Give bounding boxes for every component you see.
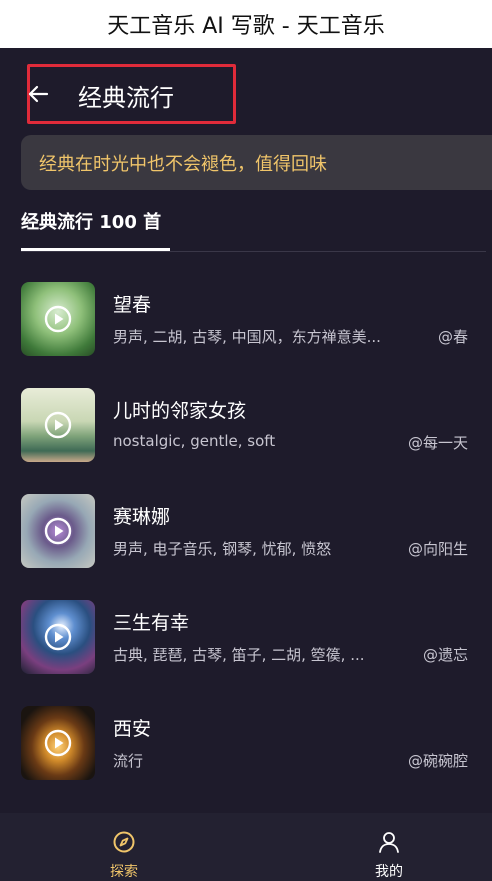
song-tags: 男声, 电子音乐, 钢琴, 忧郁, 愤怒 (113, 540, 332, 558)
song-author[interactable]: @碗碗腔 (408, 750, 468, 771)
banner-text: 经典在时光中也不会褪色，值得回味 (39, 153, 327, 175)
tab-bar: 经典流行 100 首 (0, 196, 492, 252)
arrow-left-icon (28, 85, 49, 103)
song-tags: 流行 (113, 752, 144, 770)
song-author[interactable]: @春 (438, 326, 468, 347)
song-cover[interactable] (21, 494, 95, 568)
window-title-bar: 天工音乐 AI 写歌 - 天工音乐 (0, 0, 492, 48)
song-cover[interactable] (21, 388, 95, 462)
song-title: 望春 (113, 294, 152, 316)
page-header: 经典流行 (0, 48, 492, 128)
song-tags: 男声, 二胡, 古琴, 中国风，东方禅意美... (113, 328, 381, 346)
play-icon[interactable] (44, 411, 72, 439)
play-icon[interactable] (44, 729, 72, 757)
nav-explore[interactable]: 探索 (64, 813, 184, 881)
bottom-nav: 探索 我的 (0, 813, 492, 881)
song-author[interactable]: @每一天 (408, 432, 468, 453)
nav-label-explore: 探索 (110, 864, 138, 880)
back-button[interactable] (24, 80, 52, 108)
song-item[interactable]: 三生有幸 古典, 琵琶, 古琴, 笛子, 二胡, 箜篌, ... @遗忘 (0, 583, 492, 689)
nav-label-mine: 我的 (375, 864, 403, 880)
song-tags: nostalgic, gentle, soft (113, 432, 276, 450)
song-cover[interactable] (21, 706, 95, 780)
play-icon[interactable] (44, 305, 72, 333)
play-icon[interactable] (44, 623, 72, 651)
song-title: 三生有幸 (113, 612, 190, 634)
info-banner: 经典在时光中也不会褪色，值得回味 (21, 135, 492, 190)
play-icon[interactable] (44, 517, 72, 545)
nav-mine[interactable]: 我的 (329, 813, 449, 881)
song-title: 儿时的邻家女孩 (113, 400, 247, 422)
song-title: 赛琳娜 (113, 506, 171, 528)
song-tags: 古典, 琵琶, 古琴, 笛子, 二胡, 箜篌, ... (113, 646, 365, 664)
song-title: 西安 (113, 718, 152, 740)
tab-divider (21, 251, 486, 252)
song-item[interactable]: 西安 流行 @碗碗腔 (0, 689, 492, 795)
song-cover[interactable] (21, 600, 95, 674)
window-title: 天工音乐 AI 写歌 - 天工音乐 (107, 14, 385, 39)
song-item[interactable]: 赛琳娜 男声, 电子音乐, 钢琴, 忧郁, 愤怒 @向阳生 (0, 477, 492, 583)
song-cover[interactable] (21, 282, 95, 356)
user-icon (379, 832, 399, 853)
page-title: 经典流行 (78, 84, 174, 112)
song-item[interactable]: 儿时的邻家女孩 nostalgic, gentle, soft @每一天 (0, 371, 492, 477)
song-item[interactable]: 望春 男声, 二胡, 古琴, 中国风，东方禅意美... @春 (0, 265, 492, 371)
song-author[interactable]: @遗忘 (423, 644, 468, 665)
tab-classic-100[interactable]: 经典流行 100 首 (21, 208, 161, 234)
song-author[interactable]: @向阳生 (408, 538, 468, 559)
compass-icon (113, 831, 135, 853)
